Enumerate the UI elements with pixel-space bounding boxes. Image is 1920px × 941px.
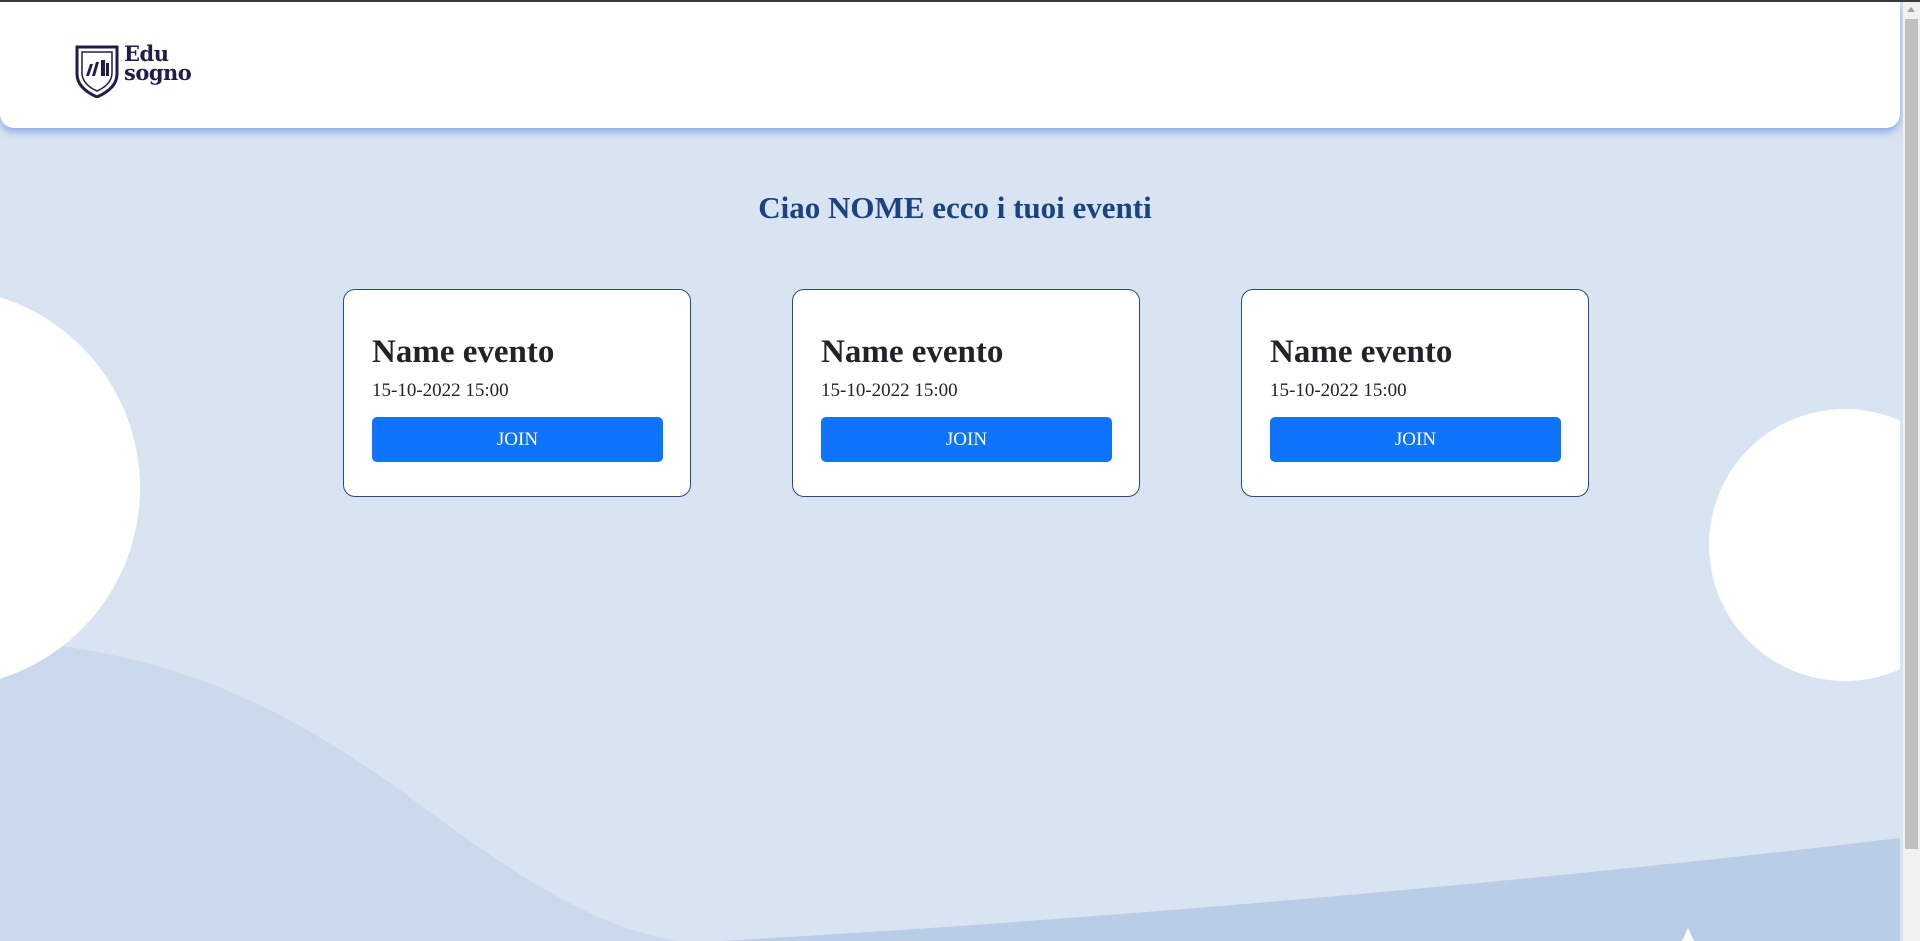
event-datetime: 15-10-2022 15:00 <box>372 380 509 401</box>
page-greeting: Ciao NOME ecco i tuoi eventi <box>758 190 1152 225</box>
event-title: Name evento <box>821 334 1004 370</box>
window-top-border <box>0 0 1920 2</box>
background-wave-left <box>0 640 680 941</box>
join-button[interactable]: JOIN <box>1270 417 1561 462</box>
background-circle-right <box>1709 409 1900 681</box>
shield-books-icon <box>75 45 119 98</box>
background-wave-right <box>720 838 1900 941</box>
event-datetime: 15-10-2022 15:00 <box>1270 380 1407 401</box>
event-title: Name evento <box>372 334 555 370</box>
logo-text-line2: sogno <box>124 60 192 85</box>
scrollbar-thumb[interactable] <box>1905 19 1918 849</box>
scroll-up-arrow-icon[interactable] <box>1907 7 1915 12</box>
edusogno-logo[interactable]: Edu sogno <box>74 43 192 98</box>
logo-wordmark: Edu sogno <box>124 43 192 85</box>
event-card: Name evento 15-10-2022 15:00 JOIN <box>343 289 691 497</box>
event-title: Name evento <box>1270 334 1453 370</box>
join-button[interactable]: JOIN <box>372 417 663 462</box>
vertical-scrollbar[interactable] <box>1903 2 1920 941</box>
event-datetime: 15-10-2022 15:00 <box>821 380 958 401</box>
background-circle-left <box>0 297 140 679</box>
event-card: Name evento 15-10-2022 15:00 JOIN <box>1241 289 1589 497</box>
event-card: Name evento 15-10-2022 15:00 JOIN <box>792 289 1140 497</box>
site-header: Edu sogno <box>0 2 1900 128</box>
join-button[interactable]: JOIN <box>821 417 1112 462</box>
